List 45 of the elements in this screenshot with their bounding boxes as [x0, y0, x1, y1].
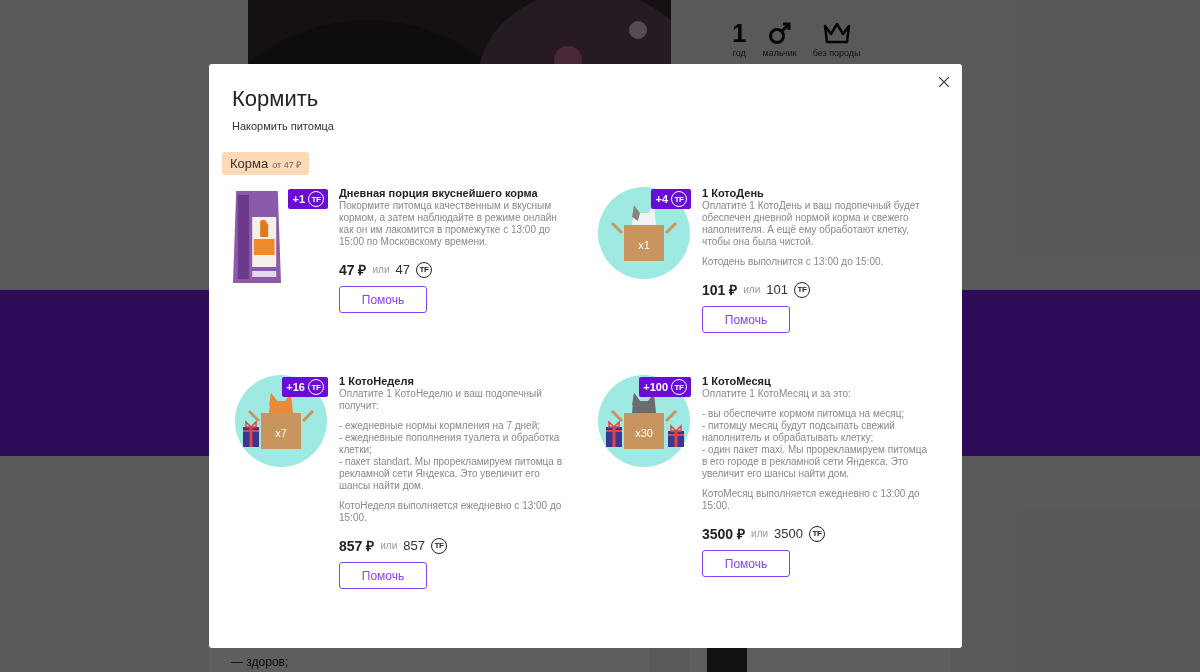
offer-title: 1 КотоДень	[702, 187, 764, 199]
help-button[interactable]: Помочь	[702, 306, 790, 333]
bonus-badge: +16 TF	[282, 377, 328, 397]
box-label: x7	[274, 427, 287, 439]
offer-description: - вы обеспечите кормом питомца на месяц; - питомцу месяц будут подсыпать свежий наполнитель и обрабатывать клетку; - один пакет maxi. Мы прорекламируем питомца в его городе в рекламной сети Яндекса. Это увеличит его шансы найти дом.	[702, 408, 928, 480]
modal-subtitle: Накормить питомца	[232, 120, 335, 132]
offer-title: 1 КотоНеделя	[339, 375, 414, 387]
offer-description: Оплатите 1 КотоНеделю и ваш подопечный получит:	[339, 388, 543, 412]
box-label: x30	[634, 427, 653, 439]
category-name: Корма	[230, 156, 269, 171]
price-coins: 47	[395, 262, 410, 277]
price-coins: 857	[403, 538, 425, 553]
offer-description: Оплатите 1 КотоМесяц и за это:	[702, 388, 851, 400]
offer-description: Покормите питомца качественным и вкусным кормом, а затем наблюдайте в режиме онлайн как он им лакомится в промежутке с 13:00 до 15:00 по Московскому времени.	[339, 200, 558, 248]
or-text: или	[372, 264, 390, 275]
price-rub: 47 ₽	[339, 261, 367, 279]
price-coins: 101	[766, 282, 788, 297]
price-rub: 857 ₽	[339, 537, 375, 555]
price-coins: 3500	[774, 526, 803, 541]
offer-description: - ежедневные нормы кормления на 7 дней; - ежедневные пополнения туалета и обработка клетки; - пакет standart. Мы прорекламируем питомца в рекламной сети Яндекса. Это увеличит его шансы найти дом.	[339, 420, 563, 492]
stat-label: год	[732, 48, 746, 58]
offer-description: Оплатите 1 КотоДень и ваш подопечный будет обеспечен дневной нормой корма и свежего наполнителя. А ещё ему обработают клетку, чтобы она была чистой.	[702, 200, 921, 248]
offer-description: Котодень выполнится с 13:00 до 15:00.	[702, 256, 884, 268]
offer-title: 1 КотоМесяц	[702, 375, 771, 387]
price-rub: 101 ₽	[702, 281, 738, 299]
stat-label: мальчик	[762, 48, 797, 58]
help-button[interactable]: Помочь	[339, 562, 427, 589]
age-value: 1	[732, 20, 747, 46]
modal-title: Кормить	[232, 86, 320, 112]
or-text: или	[743, 284, 761, 295]
offer-description: КотоНеделя выполняется ежедневно с 13:00 до 15:00.	[339, 500, 563, 524]
category-price: от 47 ₽	[272, 159, 302, 171]
offer-title: Дневная порция вкуснейшего корма	[339, 187, 538, 199]
bonus-badge: +4 TF	[651, 189, 691, 209]
bonus-badge: +100 TF	[639, 377, 691, 397]
or-text: или	[751, 528, 769, 539]
or-text: или	[380, 540, 398, 551]
offer-description: КотоМесяц выполняется ежедневно с 13:00 до 15:00.	[702, 488, 921, 512]
bonus-badge: +1 TF	[288, 189, 328, 209]
help-button[interactable]: Помочь	[339, 286, 427, 313]
list-text: — здоров;	[231, 655, 289, 669]
stat-label: без породы	[812, 48, 861, 58]
box-label: x1	[637, 239, 650, 251]
price-rub: 3500 ₽	[702, 525, 746, 543]
help-button[interactable]: Помочь	[702, 550, 790, 577]
